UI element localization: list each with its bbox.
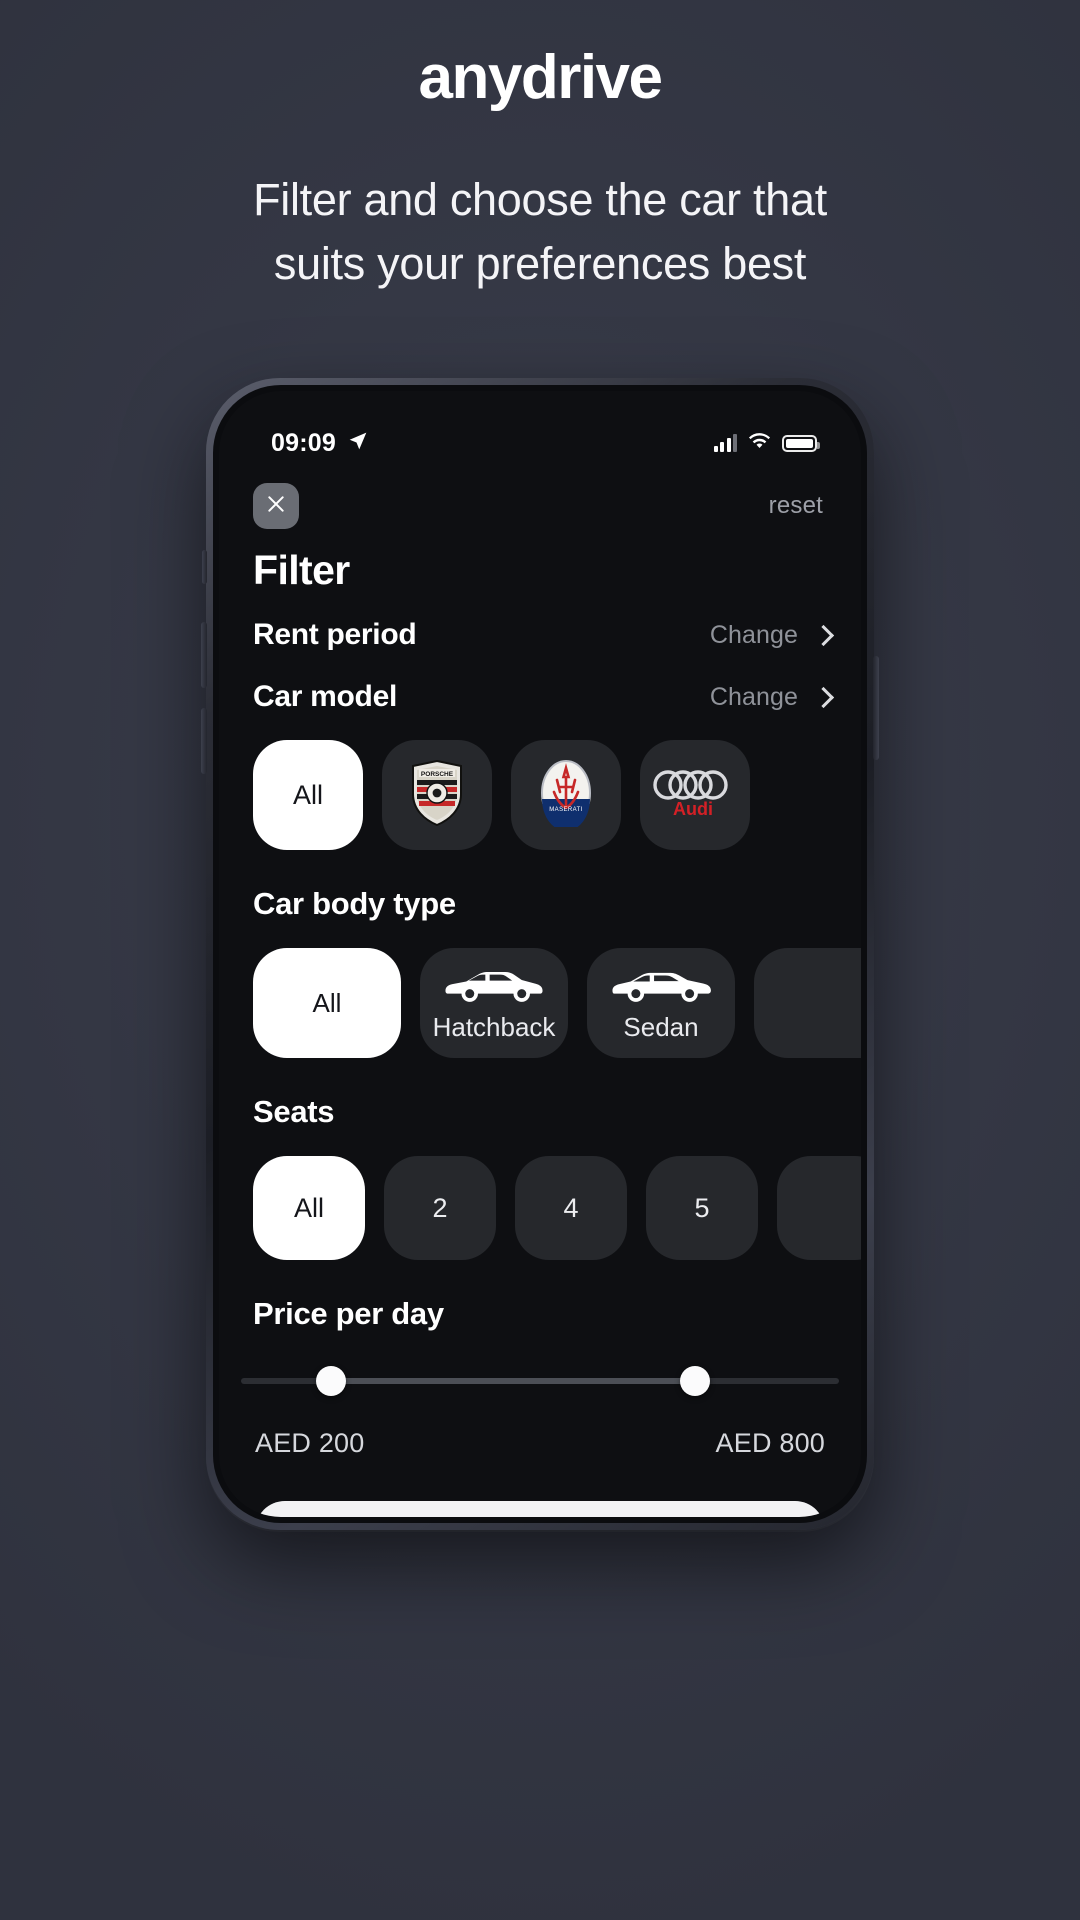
phone-frame: 09:09 reset Filter Rent period Change Ca… xyxy=(201,378,879,1530)
car-model-label: Car model xyxy=(253,680,398,713)
body-type-chip-sedan-label: Sedan xyxy=(623,1011,699,1042)
close-icon xyxy=(266,494,286,519)
seats-chip-all-label: All xyxy=(293,1192,324,1223)
rent-period-row[interactable]: Rent period Change xyxy=(253,618,827,652)
car-body-type-title: Car body type xyxy=(253,886,456,921)
brand-title: anydrive xyxy=(418,43,663,112)
volume-down-button[interactable] xyxy=(201,708,207,774)
status-bar-left: 09:09 xyxy=(271,429,368,458)
location-arrow-icon xyxy=(348,431,368,456)
price-slider-block: AED 200 AED 800 xyxy=(219,1366,861,1459)
price-min-label: AED 200 xyxy=(255,1428,365,1458)
phone-screen: 09:09 reset Filter Rent period Change Ca… xyxy=(219,391,861,1517)
car-model-action[interactable]: Change xyxy=(710,683,827,712)
body-type-chip-all-label: All xyxy=(312,987,342,1018)
seats-chip-all[interactable]: All xyxy=(253,1156,365,1260)
hatchback-car-icon xyxy=(442,964,546,1006)
filter-topbar: reset xyxy=(253,469,827,529)
seats-chip-2[interactable]: 2 xyxy=(384,1156,496,1260)
body-type-chip-sedan[interactable]: Sedan xyxy=(587,948,735,1058)
body-type-chip-next[interactable] xyxy=(754,948,861,1058)
slider-handle-min[interactable] xyxy=(315,1366,346,1396)
promo-subtitle-line-2: suits your preferences best xyxy=(273,238,807,290)
promo-header: anydrive Filter and choose the car that … xyxy=(0,0,1080,296)
price-max-label: AED 800 xyxy=(715,1428,825,1458)
price-range-slider[interactable] xyxy=(241,1366,839,1396)
filter-screen: reset Filter Rent period Change Car mode… xyxy=(219,469,861,1517)
brand-chip-rail[interactable]: All PORSCHE MASERATI Audi xyxy=(219,740,861,850)
promo-subtitle-line-1: Filter and choose the car that xyxy=(253,174,827,226)
silent-switch[interactable] xyxy=(202,550,207,584)
show-models-button[interactable]: Show 32 models xyxy=(255,1501,825,1517)
sedan-car-icon xyxy=(609,964,713,1006)
seats-chip-rail[interactable]: All 2 4 5 xyxy=(219,1156,861,1260)
car-model-change-label: Change xyxy=(709,682,798,711)
seats-title: Seats xyxy=(253,1094,335,1129)
power-button[interactable] xyxy=(873,656,879,760)
brand-chip-porsche[interactable]: PORSCHE xyxy=(382,740,492,850)
page-title: Filter xyxy=(253,547,350,593)
price-per-day-title: Price per day xyxy=(253,1296,444,1331)
volume-up-button[interactable] xyxy=(201,622,207,688)
brand-chip-all[interactable]: All xyxy=(253,740,363,850)
reset-button[interactable]: reset xyxy=(769,492,827,520)
svg-text:PORSCHE: PORSCHE xyxy=(421,771,454,778)
close-button[interactable] xyxy=(253,483,299,529)
brand-chip-maserati[interactable]: MASERATI xyxy=(511,740,621,850)
status-time: 09:09 xyxy=(271,428,336,457)
seats-chip-4-label: 4 xyxy=(563,1192,579,1223)
rent-period-label: Rent period xyxy=(253,618,417,651)
brand-chip-all-label: All xyxy=(292,779,323,810)
rent-period-change-label: Change xyxy=(709,620,798,649)
seats-chip-next[interactable] xyxy=(777,1156,861,1260)
seats-chip-5[interactable]: 5 xyxy=(646,1156,758,1260)
audi-logo-icon: Audi xyxy=(649,765,741,826)
body-type-chip-rail[interactable]: All Hatchback Sedan xyxy=(219,948,861,1058)
rent-period-action[interactable]: Change xyxy=(710,621,827,650)
phone-mockup: 09:09 reset Filter Rent period Change Ca… xyxy=(201,378,879,1530)
status-bar: 09:09 xyxy=(219,391,861,469)
car-model-row[interactable]: Car model Change xyxy=(253,680,827,714)
cta-container: Show 32 models xyxy=(219,1501,861,1517)
slider-track-active xyxy=(330,1378,696,1384)
promo-subtitle: Filter and choose the car that suits you… xyxy=(0,168,1080,296)
chevron-right-icon xyxy=(816,688,827,707)
seats-chip-2-label: 2 xyxy=(432,1192,448,1223)
seats-chip-4[interactable]: 4 xyxy=(515,1156,627,1260)
seats-chip-5-label: 5 xyxy=(694,1192,710,1223)
body-type-chip-all[interactable]: All xyxy=(253,948,401,1058)
price-labels: AED 200 AED 800 xyxy=(241,1428,839,1459)
brand-chip-audi[interactable]: Audi xyxy=(640,740,750,850)
status-bar-right xyxy=(713,432,820,455)
svg-text:Audi: Audi xyxy=(673,799,713,819)
slider-handle-max[interactable] xyxy=(680,1366,711,1396)
body-type-chip-hatchback[interactable]: Hatchback xyxy=(420,948,568,1058)
cellular-signal-icon xyxy=(713,434,737,452)
chevron-right-icon xyxy=(816,626,827,645)
wifi-icon xyxy=(748,432,771,455)
battery-full-icon xyxy=(782,434,820,452)
svg-text:MASERATI: MASERATI xyxy=(549,807,582,813)
body-type-chip-hatchback-label: Hatchback xyxy=(432,1011,556,1042)
maserati-logo-icon: MASERATI xyxy=(540,759,592,832)
porsche-logo-icon: PORSCHE xyxy=(410,759,464,831)
